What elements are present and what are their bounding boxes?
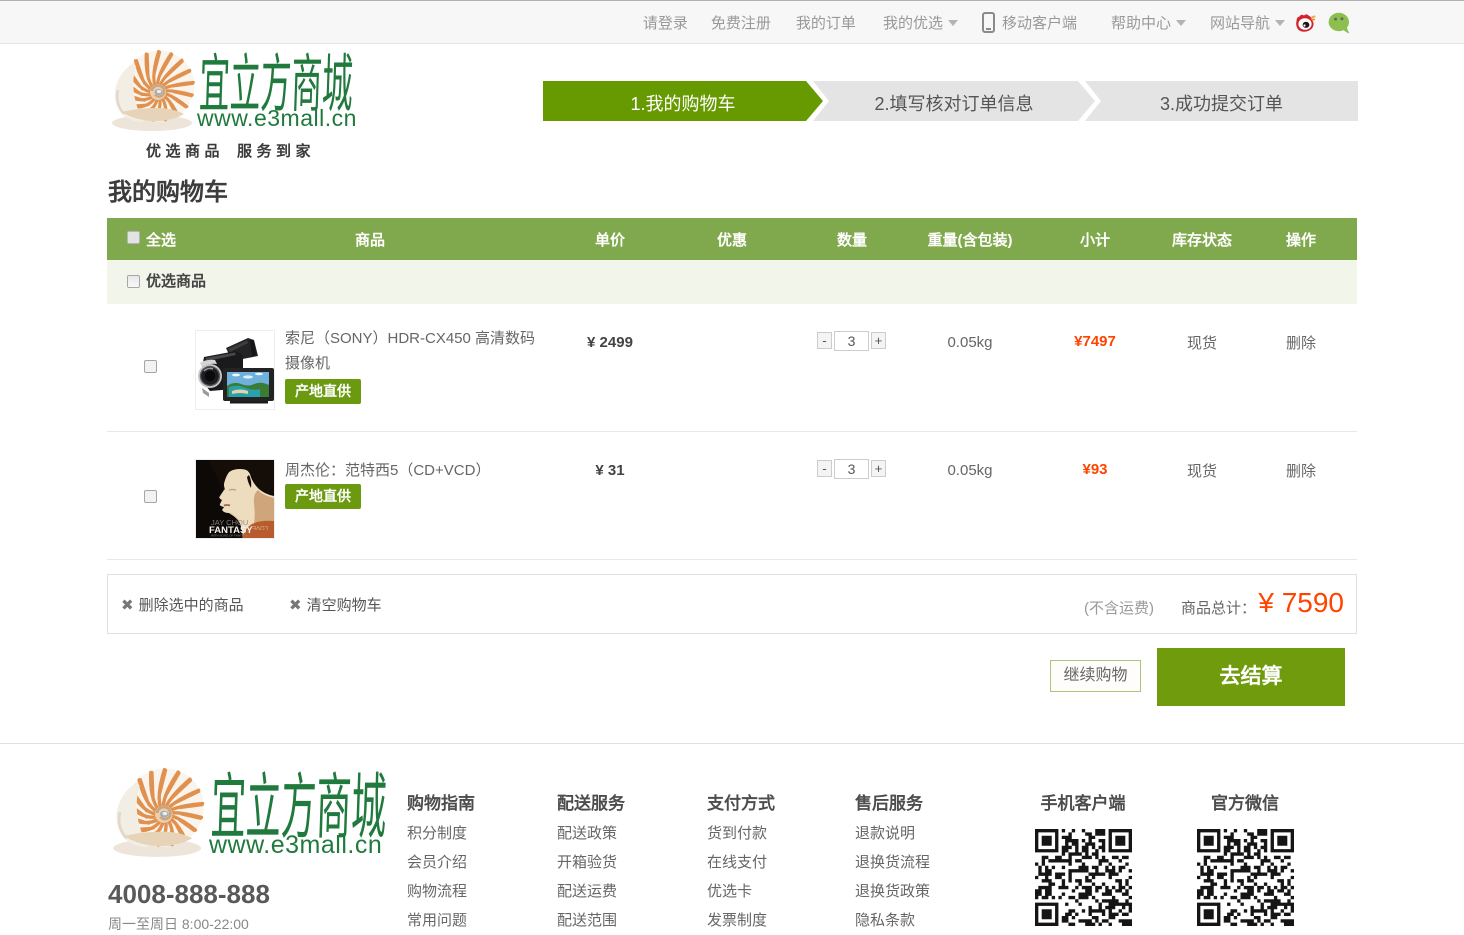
svg-text:LOVE: LOVE <box>252 524 268 530</box>
svg-text:WITH SONG OF FANTASY: WITH SONG OF FANTASY <box>211 534 248 538</box>
